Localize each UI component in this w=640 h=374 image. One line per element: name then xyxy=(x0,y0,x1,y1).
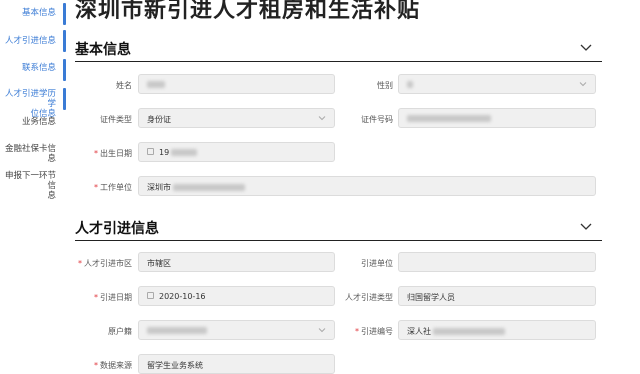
birth-date-field[interactable]: 19 xyxy=(138,142,335,162)
redacted-value xyxy=(147,327,207,334)
name-label: 姓名 xyxy=(116,81,132,90)
sidebar-active-indicator xyxy=(63,3,66,25)
chevron-down-icon[interactable] xyxy=(580,43,592,53)
talent-type-field[interactable]: 归国留学人员 xyxy=(398,286,596,306)
talent-number-field[interactable]: 深人社 xyxy=(398,320,596,340)
redacted-value xyxy=(433,328,505,335)
workplace-field[interactable]: 深圳市 xyxy=(138,176,596,196)
sidebar-item-business-info[interactable]: 业务信息 xyxy=(22,117,56,127)
redacted-value xyxy=(173,184,245,191)
unit-field[interactable] xyxy=(398,252,596,272)
gender-label: 性别 xyxy=(377,81,393,90)
id-number-field[interactable] xyxy=(398,108,596,128)
sidebar-item-basic-info[interactable]: 基本信息 xyxy=(22,8,56,18)
talent-number-label: * 引进编号 xyxy=(355,327,393,336)
talent-type-value: 归国留学人员 xyxy=(407,293,455,302)
id-number-label: 证件号码 xyxy=(361,115,393,124)
birth-date-label: * 出生日期 xyxy=(94,149,132,158)
gender-select[interactable] xyxy=(398,74,596,94)
talent-type-label: 人才引进类型 xyxy=(345,293,393,302)
city-area-value: 市辖区 xyxy=(147,259,171,268)
section-basic-info-header[interactable]: 基本信息 xyxy=(75,39,602,62)
sidebar-indicator xyxy=(63,88,66,110)
redacted-value xyxy=(147,81,165,88)
name-field[interactable] xyxy=(138,74,335,94)
talent-date-field[interactable]: 2020-10-16 xyxy=(138,286,335,306)
workplace-value: 深圳市 xyxy=(147,183,171,192)
sidebar-item-contact-info[interactable]: 联系信息 xyxy=(22,63,56,73)
section-title: 人才引进信息 xyxy=(75,221,159,237)
id-type-label: 证件类型 xyxy=(100,115,132,124)
talent-date-value: 2020-10-16 xyxy=(159,292,206,301)
hukou-label: 原户籍 xyxy=(108,327,132,336)
sidebar-item-social-card-info[interactable]: 金融社保卡信息 xyxy=(0,144,56,164)
redacted-value xyxy=(407,81,413,88)
city-area-label: * 人才引进市区 xyxy=(78,259,132,268)
talent-number-value: 深人社 xyxy=(407,327,431,336)
data-source-label: * 数据来源 xyxy=(94,361,132,370)
section-title: 基本信息 xyxy=(75,42,131,58)
sidebar-item-label: 人才引进学历学 xyxy=(4,89,56,109)
sidebar-item-label: 申报下一环节信 xyxy=(4,171,56,191)
id-type-select[interactable]: 身份证 xyxy=(138,108,335,128)
sidebar-item-talent-info[interactable]: 人才引进信息 xyxy=(5,36,56,46)
city-area-field[interactable]: 市辖区 xyxy=(138,252,335,272)
talent-date-label: * 引进日期 xyxy=(94,293,132,302)
chevron-down-icon[interactable] xyxy=(580,222,592,232)
workplace-label: * 工作单位 xyxy=(94,183,132,192)
data-source-value: 留学生业务系统 xyxy=(147,361,203,370)
section-talent-info-header[interactable]: 人才引进信息 xyxy=(75,218,602,241)
hukou-select[interactable] xyxy=(138,320,335,340)
sidebar-item-next-step-info[interactable]: 申报下一环节信 息 xyxy=(0,171,56,201)
chevron-down-icon xyxy=(579,82,587,87)
birth-date-value: 19 xyxy=(159,148,170,157)
sidebar-item-label: 息 xyxy=(47,191,56,201)
sidebar-indicator xyxy=(63,59,66,81)
sidebar-item-education-info[interactable]: 人才引进学历学 位信息 xyxy=(0,89,56,119)
sidebar-indicator xyxy=(63,30,66,52)
redacted-value xyxy=(171,149,198,156)
calendar-icon xyxy=(147,148,154,155)
id-type-value: 身份证 xyxy=(147,115,171,124)
page-title: 深圳市新引进人才租房和生活补贴 xyxy=(75,0,421,23)
calendar-icon xyxy=(147,292,154,299)
data-source-field[interactable]: 留学生业务系统 xyxy=(138,354,335,374)
redacted-value xyxy=(407,115,491,122)
unit-label: 引进单位 xyxy=(361,259,393,268)
side-navigation: 基本信息 人才引进信息 联系信息 人才引进学历学 位信息 业务信息 金融社保卡信… xyxy=(0,0,66,373)
